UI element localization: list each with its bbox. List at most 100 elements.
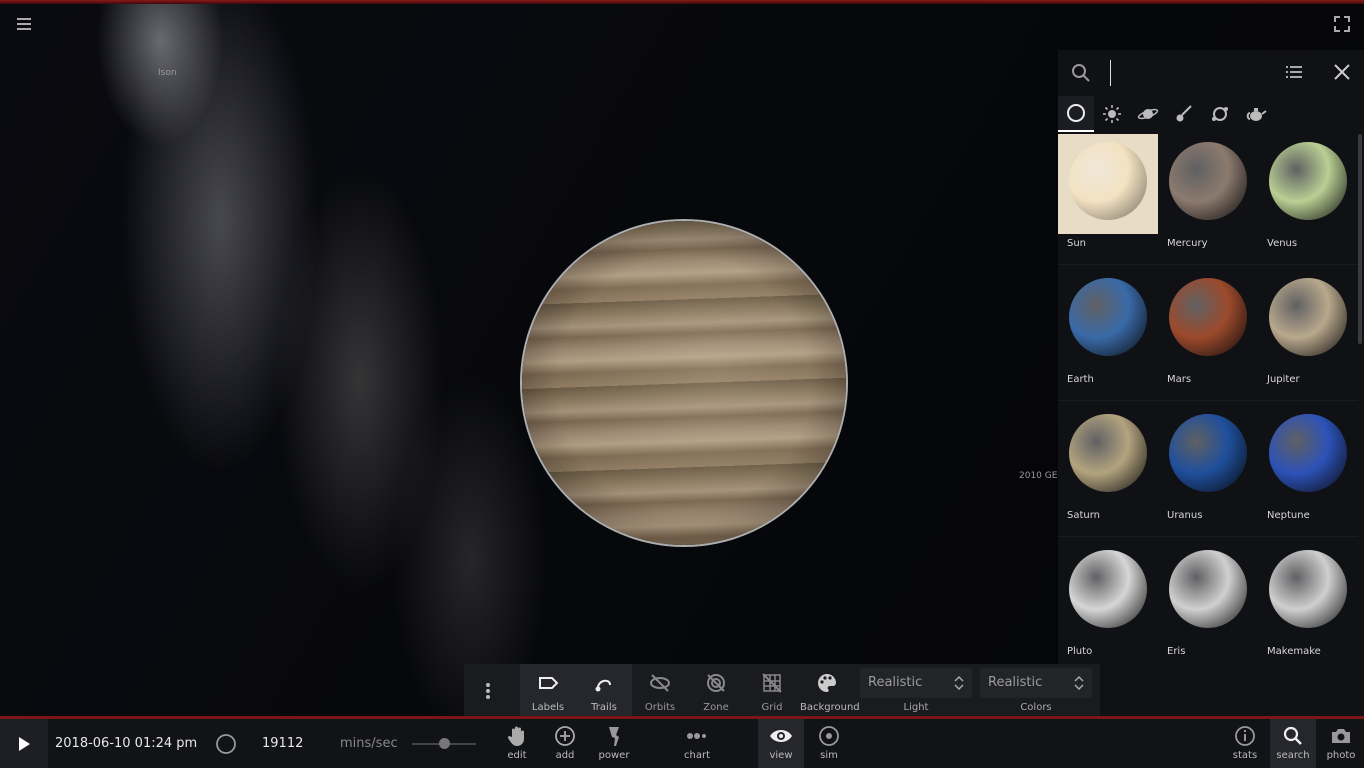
object-thumbnail (1269, 550, 1347, 628)
play-button[interactable] (0, 719, 48, 768)
object-saturn[interactable]: Saturn (1058, 406, 1158, 532)
object-thumbnail (1169, 278, 1247, 356)
zone-off-icon (705, 672, 727, 694)
category-tab-systems[interactable] (1202, 96, 1238, 132)
speed-value[interactable]: 19112 (262, 736, 303, 751)
background-toggle-label: Background (800, 702, 860, 713)
speed-slider-knob[interactable] (439, 738, 450, 749)
object-earth[interactable]: Earth (1058, 270, 1158, 396)
object-venus[interactable]: Venus (1258, 134, 1358, 260)
object-thumbnail (1269, 414, 1347, 492)
time-mode-button[interactable] (215, 733, 237, 755)
labels-toggle[interactable]: Labels (520, 664, 576, 716)
stats-button-label: stats (1232, 750, 1258, 761)
selected-planet[interactable] (522, 221, 846, 545)
view-settings-bar: Labels Trails Orbits Zone Grid Backgroun… (464, 664, 1100, 716)
object-jupiter[interactable]: Jupiter (1258, 270, 1358, 396)
close-panel-button[interactable] (1332, 62, 1352, 82)
light-select[interactable]: Realistic (860, 668, 972, 698)
category-tab-stars[interactable] (1094, 96, 1130, 132)
search-input[interactable] (1110, 60, 1287, 86)
trails-toggle[interactable]: Trails (576, 664, 632, 716)
menu-button[interactable] (14, 14, 34, 34)
category-tab-all[interactable] (1058, 96, 1094, 132)
zone-toggle[interactable]: Zone (688, 664, 744, 716)
view-button[interactable]: view (758, 719, 804, 768)
select-arrows-icon (1074, 674, 1084, 692)
close-icon (1334, 64, 1350, 80)
orbits-off-icon (649, 672, 671, 694)
speed-slider[interactable] (412, 738, 476, 749)
fullscreen-button[interactable] (1332, 14, 1352, 34)
object-name: Saturn (1067, 510, 1101, 521)
add-circle-icon (554, 725, 576, 747)
object-pluto[interactable]: Pluto (1058, 542, 1158, 668)
object-sun[interactable]: Sun (1058, 134, 1158, 260)
circle-all-icon (1067, 104, 1085, 122)
sim-button[interactable]: sim (806, 719, 852, 768)
category-tab-planets[interactable] (1130, 96, 1166, 132)
object-thumbnail (1169, 550, 1247, 628)
add-button[interactable]: add (542, 719, 588, 768)
simulation-datetime[interactable]: 2018-06-10 01:24 pm (55, 736, 197, 751)
object-thumbnail (1169, 414, 1247, 492)
power-button[interactable]: power (591, 719, 637, 768)
hand-icon (507, 725, 527, 747)
top-edge-accent (0, 0, 1364, 4)
panel-scrollbar[interactable] (1358, 134, 1362, 344)
orbits-toggle-label: Orbits (644, 702, 676, 713)
category-tab-comets[interactable] (1166, 96, 1202, 132)
trails-toggle-label: Trails (591, 702, 617, 713)
list-icon (1286, 66, 1302, 78)
object-name: Makemake (1267, 646, 1321, 657)
edit-button[interactable]: edit (494, 719, 540, 768)
row-separator (1058, 264, 1358, 265)
more-vertical-icon (486, 683, 490, 699)
colors-select-label: Colors (1020, 702, 1052, 713)
search-button-label: search (1276, 750, 1310, 761)
stats-button[interactable]: stats (1222, 719, 1268, 768)
star-label-2010ge[interactable]: 2010 GE (1019, 471, 1057, 481)
search-icon (1282, 725, 1304, 747)
object-mercury[interactable]: Mercury (1158, 134, 1258, 260)
object-name: Mercury (1167, 238, 1208, 249)
photo-button[interactable]: photo (1318, 719, 1364, 768)
planet-ring-icon (1137, 108, 1159, 120)
orbits-toggle[interactable]: Orbits (632, 664, 688, 716)
background-toggle[interactable]: Background (800, 664, 860, 716)
select-arrows-icon (954, 674, 964, 692)
object-name: Eris (1167, 646, 1186, 657)
label-tag-icon (537, 672, 559, 694)
object-uranus[interactable]: Uranus (1158, 406, 1258, 532)
play-icon (19, 736, 30, 751)
grid-toggle[interactable]: Grid (744, 664, 800, 716)
row-separator (1058, 536, 1358, 537)
colors-select[interactable]: Realistic (980, 668, 1092, 698)
object-mars[interactable]: Mars (1158, 270, 1258, 396)
sim-button-label: sim (820, 750, 838, 761)
object-eris[interactable]: Eris (1158, 542, 1258, 668)
view-button-label: view (769, 750, 793, 761)
power-button-label: power (598, 750, 630, 761)
palette-icon (816, 672, 838, 694)
object-thumbnail (1069, 278, 1147, 356)
row-separator (1058, 400, 1358, 401)
bottom-toolbar: 2018-06-10 01:24 pm 19112 mins/sec edit … (0, 719, 1364, 768)
hamburger-menu-icon (17, 18, 31, 30)
list-view-button[interactable] (1284, 62, 1304, 82)
sim-orbit-icon (818, 725, 840, 747)
search-icon (1070, 62, 1092, 84)
eye-icon (769, 725, 793, 747)
comet-icon (1176, 105, 1192, 122)
search-panel: Sun Mercury Venus Earth Mars Jupiter Saturn Ura… (1058, 50, 1364, 716)
info-icon (1234, 725, 1256, 747)
star-label-ison[interactable]: Ison (158, 68, 177, 78)
object-makemake[interactable]: Makemake (1258, 542, 1358, 668)
light-select-label: Light (903, 702, 929, 713)
object-neptune[interactable]: Neptune (1258, 406, 1358, 532)
search-button[interactable]: search (1270, 719, 1316, 768)
view-more-button[interactable] (484, 682, 492, 700)
category-tab-misc[interactable] (1238, 96, 1274, 132)
chart-button[interactable]: chart (674, 719, 720, 768)
speed-unit[interactable]: mins/sec (340, 736, 398, 751)
